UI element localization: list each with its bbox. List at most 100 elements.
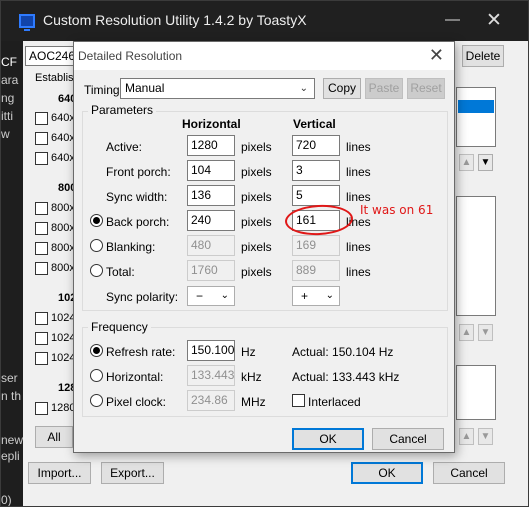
background-app-strip: CF ara ng itti w ser n th new epli 0) [1,41,24,506]
timing-select[interactable]: Manual ⌄ [120,78,315,99]
v-front-porch-input[interactable]: 3 [292,160,340,181]
res-checkbox[interactable] [35,312,48,325]
timing-value: Manual [125,81,165,95]
total-radio[interactable] [90,264,103,277]
bg-text-fragment: CF [1,55,17,69]
paste-button[interactable]: Paste [365,78,403,99]
h-sync-polarity-select[interactable]: − ⌄ [187,286,235,306]
main-titlebar[interactable]: Custom Resolution Utility 1.4.2 by Toast… [1,1,528,41]
lines-unit: lines [346,190,371,204]
res-checkbox[interactable] [35,132,48,145]
dialog-titlebar[interactable]: Detailed Resolution ✕ [74,42,454,70]
main-ok-button[interactable]: OK [351,462,423,484]
v-total-input[interactable]: 889 [292,260,340,281]
lines-unit: lines [346,140,371,154]
export-button[interactable]: Export... [101,462,164,484]
res-label: 1024 [51,312,76,324]
res-checkbox[interactable] [35,332,48,345]
established-label: Establis [35,72,74,84]
res-label: 640x [51,132,75,144]
pixels-unit: pixels [241,265,272,279]
h-total-input[interactable]: 1760 [187,260,235,281]
blanking-label: Blanking: [106,240,156,254]
dialog-cancel-button[interactable]: Cancel [372,428,444,450]
copy-button[interactable]: Copy [323,78,361,99]
v-sync-width-input[interactable]: 5 [292,185,340,206]
refresh-rate-input[interactable]: 150.100 [187,340,235,361]
h-active-input[interactable]: 1280 [187,135,235,156]
pixel-clock-input[interactable]: 234.86 [187,390,235,411]
pixels-unit: pixels [241,165,272,179]
v-sync-polarity-select[interactable]: + ⌄ [292,286,340,306]
monitor-select[interactable]: AOC246A [25,46,77,66]
pixel-clock-radio[interactable] [90,394,103,407]
res-checkbox[interactable] [35,262,48,275]
lines-unit: lines [346,165,371,179]
bg-text-fragment: new [1,433,24,447]
res-checkbox[interactable] [35,352,48,365]
h-front-porch-input[interactable]: 104 [187,160,235,181]
v-blanking-input[interactable]: 169 [292,235,340,256]
chevron-down-icon: ⌄ [299,83,308,94]
h-polarity-value: − [196,289,204,303]
back-porch-label: Back porch: [106,215,170,229]
move-down-icon[interactable]: ▼ [478,324,493,341]
pixels-unit: pixels [241,140,272,154]
res-label: 800x [51,222,75,234]
reset-button[interactable]: Reset [407,78,445,99]
move-down-icon[interactable]: ▼ [478,428,493,445]
res-checkbox[interactable] [35,152,48,165]
v-active-input[interactable]: 720 [292,135,340,156]
extension-data-list[interactable] [456,365,496,420]
detailed-resolutions-list[interactable] [456,87,496,147]
res-checkbox[interactable] [35,242,48,255]
interlaced-checkbox[interactable] [292,394,305,407]
selected-row[interactable] [458,100,494,113]
close-icon[interactable]: ✕ [429,45,444,66]
blanking-radio[interactable] [90,239,103,252]
move-up-icon[interactable]: ▲ [459,428,474,445]
dialog-title: Detailed Resolution [78,49,183,63]
refresh-rate-radio[interactable] [90,344,103,357]
back-porch-radio[interactable] [90,214,103,227]
chevron-down-icon: ⌄ [325,290,334,301]
res-checkbox[interactable] [35,222,48,235]
res-checkbox[interactable] [35,202,48,215]
horizontal-header: Horizontal [182,117,241,131]
res-label: 640x [51,112,75,124]
extension-block-list[interactable] [456,196,496,316]
minimize-button[interactable]: — [445,11,460,28]
frequency-label: Frequency [88,320,151,334]
move-down-icon[interactable]: ▼ [478,154,493,171]
vertical-header: Vertical [293,117,336,131]
res-label: 800x [51,262,75,274]
active-label: Active: [106,140,143,154]
horizontal-freq-input[interactable]: 133.443 [187,365,235,386]
bg-text-fragment: ser [1,371,18,385]
import-button[interactable]: Import... [28,462,91,484]
bg-text-fragment: w [1,127,10,141]
lines-unit: lines [346,240,371,254]
move-up-icon[interactable]: ▲ [459,324,474,341]
res-checkbox[interactable] [35,112,48,125]
res-label: 1024 [51,332,76,344]
move-up-icon[interactable]: ▲ [459,154,474,171]
res-label: 640x [51,152,75,164]
dialog-ok-button[interactable]: OK [292,428,364,450]
sync-width-label: Sync width: [106,190,168,204]
close-icon[interactable]: ✕ [486,9,502,32]
timing-label: Timing: [84,83,123,97]
horizontal-actual: Actual: 133.443 kHz [292,370,400,384]
horizontal-freq-radio[interactable] [90,369,103,382]
delete-button[interactable]: Delete [462,45,504,67]
total-label: Total: [106,265,135,279]
main-cancel-button[interactable]: Cancel [433,462,505,484]
bg-text-fragment: ng [1,91,15,105]
h-blanking-input[interactable]: 480 [187,235,235,256]
pixels-unit: pixels [241,215,272,229]
parameters-label: Parameters [88,103,157,117]
all-button[interactable]: All [35,426,73,448]
h-sync-width-input[interactable]: 136 [187,185,235,206]
h-back-porch-input[interactable]: 240 [187,210,235,231]
res-checkbox[interactable] [35,402,48,415]
